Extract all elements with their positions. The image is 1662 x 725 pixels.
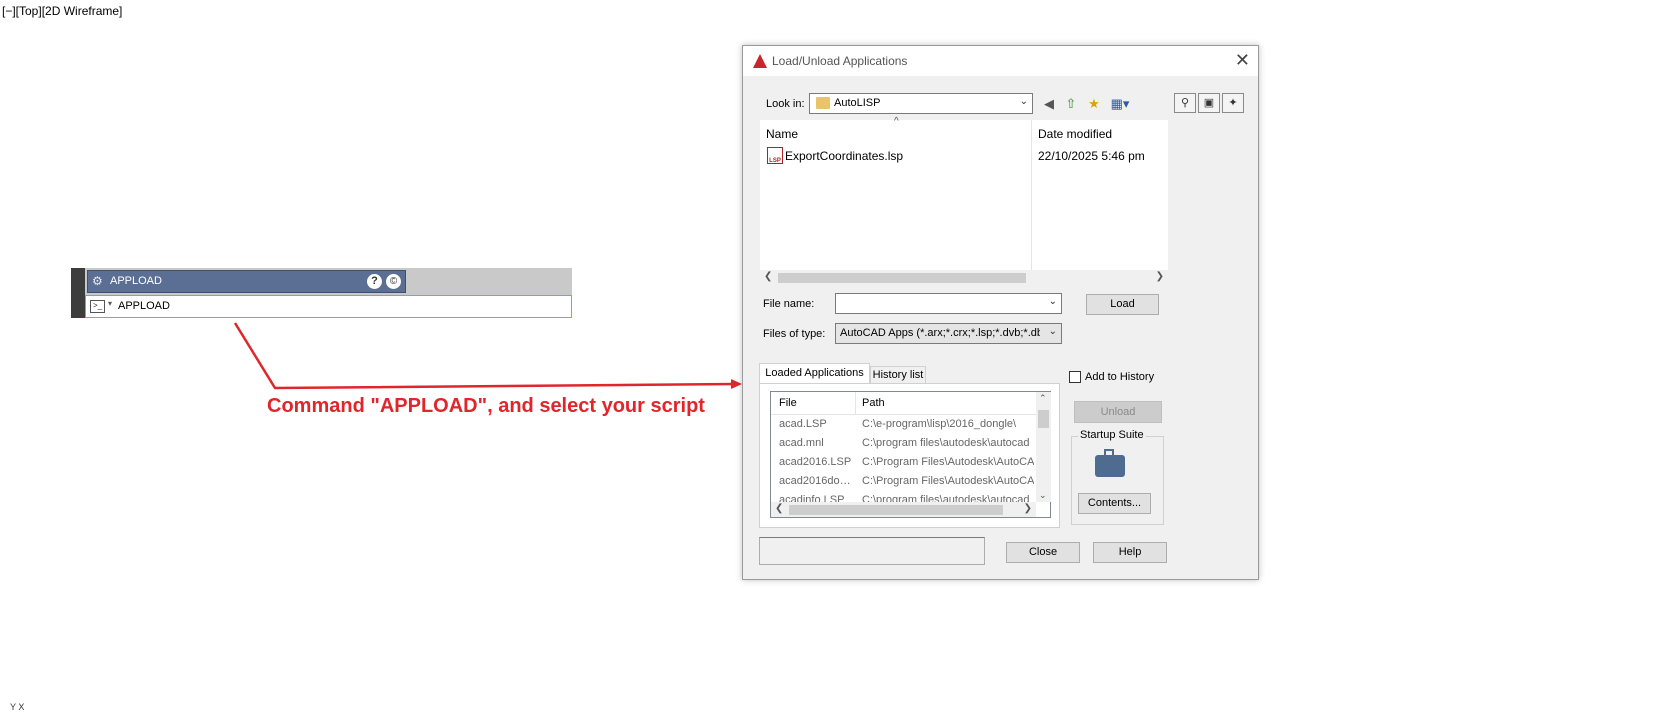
dialog-title-bar[interactable]: Load/Unload Applications ✕ — [743, 46, 1258, 76]
scroll-thumb[interactable] — [778, 273, 1026, 283]
scroll-right-icon[interactable]: ❯ — [1024, 503, 1032, 514]
scroll-left-icon[interactable]: ❮ — [764, 271, 772, 282]
scroll-up-icon[interactable]: ⌃ — [1039, 393, 1047, 404]
app-path-cell: C:\e-program\lisp\2016_dongle\ — [862, 418, 1017, 430]
close-button[interactable]: Close — [1006, 542, 1080, 563]
look-in-label: Look in: — [766, 98, 805, 110]
lsp-file-icon: LSP — [767, 147, 783, 164]
column-header-date-modified[interactable]: Date modified — [1038, 127, 1112, 141]
contents-button[interactable]: Contents... — [1078, 493, 1151, 514]
column-separator — [855, 392, 856, 414]
status-field — [759, 537, 985, 565]
folder-icon — [816, 97, 830, 109]
app-file-cell: acad2016doc.LSP — [779, 475, 853, 487]
look-in-select[interactable]: AutoLISP ⌄ — [809, 93, 1033, 114]
startup-suite-label: Startup Suite — [1078, 429, 1146, 441]
app-path-cell: C:\Program Files\Autodesk\AutoCA — [862, 456, 1034, 468]
startup-suite-group: Startup Suite Contents... — [1071, 429, 1164, 525]
scroll-down-icon[interactable]: ⌄ — [1039, 490, 1047, 501]
up-one-level-icon[interactable]: ⇧ — [1061, 94, 1081, 114]
loaded-applications-list[interactable]: File Path acad.LSP C:\e-program\lisp\201… — [770, 391, 1051, 518]
app-file-cell: acadinfo.LSP — [779, 494, 845, 502]
find-icon[interactable]: ⚲ — [1174, 93, 1196, 113]
chevron-down-icon[interactable]: ⌄ — [1049, 296, 1057, 307]
dialog-title: Load/Unload Applications — [772, 54, 908, 68]
add-to-history-checkbox[interactable] — [1069, 371, 1081, 383]
tab-loaded-applications[interactable]: Loaded Applications — [759, 363, 870, 384]
app-path-cell: C:\program files\autodesk\autocad — [862, 437, 1030, 449]
tab-history-list[interactable]: History list — [870, 366, 926, 384]
column-header-path[interactable]: Path — [862, 397, 885, 409]
look-in-value: AutoLISP — [834, 97, 881, 109]
files-of-type-select[interactable]: AutoCAD Apps (*.arx;*.crx;*.lsp;*.dvb;*.… — [835, 323, 1062, 344]
file-list[interactable]: ^ Name Date modified LSP ExportCoordinat… — [760, 116, 1168, 285]
file-name-label: File name: — [763, 298, 815, 310]
views-menu-icon[interactable]: ▦▾ — [1106, 94, 1134, 114]
briefcase-icon — [1095, 449, 1125, 477]
loaded-apps-vscroll[interactable]: ⌃ ⌄ — [1036, 392, 1051, 502]
add-to-history-label[interactable]: Add to History — [1085, 371, 1154, 383]
column-header-name[interactable]: Name — [766, 127, 798, 141]
table-row[interactable]: acadinfo.LSP C:\program files\autodesk\a… — [771, 492, 1036, 502]
table-row[interactable]: acad2016doc.LSP C:\Program Files\Autodes… — [771, 473, 1036, 491]
file-date-cell: 22/10/2025 5:46 pm — [1038, 149, 1145, 163]
loaded-apps-hscroll[interactable]: ❮ ❯ — [771, 502, 1036, 517]
column-separator — [1031, 120, 1032, 270]
scroll-thumb[interactable] — [1038, 410, 1049, 428]
locate-icon[interactable]: ▣ — [1198, 93, 1220, 113]
load-button[interactable]: Load — [1086, 294, 1159, 315]
app-file-cell: acad.mnl — [779, 437, 824, 449]
app-path-cell: C:\Program Files\Autodesk\AutoCA — [862, 475, 1034, 487]
file-name-cell[interactable]: ExportCoordinates.lsp — [785, 149, 903, 163]
loaded-applications-header: File Path — [771, 392, 1036, 415]
column-header-file[interactable]: File — [779, 397, 797, 409]
app-file-cell: acad2016.LSP — [779, 456, 852, 468]
app-file-cell: acad.LSP — [779, 418, 827, 430]
chevron-down-icon: ⌄ — [1048, 326, 1057, 337]
loaded-applications-panel: File Path acad.LSP C:\e-program\lisp\201… — [759, 383, 1060, 528]
unload-button[interactable]: Unload — [1074, 401, 1162, 423]
load-unload-applications-dialog: Load/Unload Applications ✕ Look in: Auto… — [742, 45, 1259, 580]
autocad-logo-icon — [753, 54, 767, 68]
scroll-left-icon[interactable]: ❮ — [775, 503, 783, 514]
create-new-folder-icon[interactable]: ★ — [1084, 94, 1104, 114]
close-icon[interactable]: ✕ — [1235, 50, 1250, 70]
help-button[interactable]: Help — [1093, 542, 1167, 563]
app-path-cell: C:\program files\autodesk\autocad — [862, 494, 1030, 502]
file-list-hscroll[interactable]: ❮ ❯ — [760, 270, 1168, 285]
scroll-right-icon[interactable]: ❯ — [1156, 271, 1164, 282]
chevron-down-icon: ⌄ — [1019, 96, 1028, 107]
sort-caret-icon: ^ — [894, 116, 899, 127]
add-to-favorites-icon[interactable]: ✦ — [1222, 93, 1244, 113]
scroll-thumb[interactable] — [789, 505, 1003, 515]
back-icon[interactable]: ◀ — [1039, 94, 1059, 114]
table-row[interactable]: acad.LSP C:\e-program\lisp\2016_dongle\ — [771, 416, 1036, 434]
annotation-text: Command "APPLOAD", and select your scrip… — [267, 395, 705, 417]
table-row[interactable]: acad.mnl C:\program files\autodesk\autoc… — [771, 435, 1036, 453]
table-row[interactable]: acad2016.LSP C:\Program Files\Autodesk\A… — [771, 454, 1036, 472]
file-name-input[interactable]: ⌄ — [835, 293, 1062, 314]
files-of-type-label: Files of type: — [763, 328, 826, 340]
files-of-type-value: AutoCAD Apps (*.arx;*.crx;*.lsp;*.dvb;*.… — [840, 327, 1040, 339]
